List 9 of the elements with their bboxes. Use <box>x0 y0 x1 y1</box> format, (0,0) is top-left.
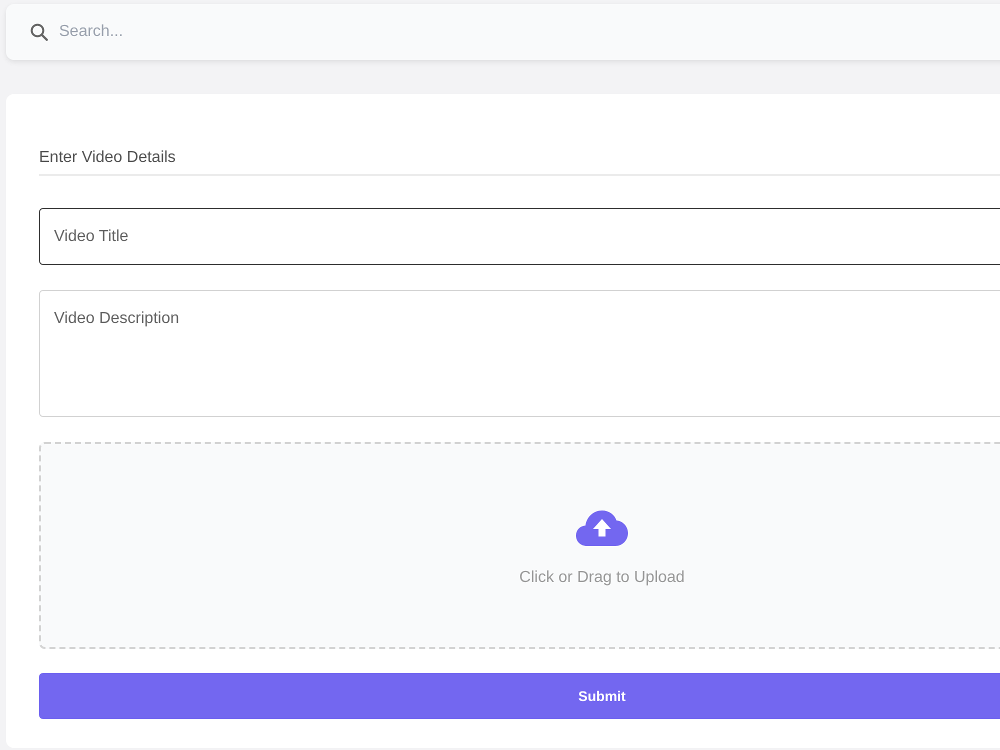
title-input[interactable]: Video Title <box>39 208 1000 265</box>
submit-button[interactable]: Submit <box>39 673 1000 719</box>
search-icon <box>30 23 48 41</box>
search-input[interactable]: Search... <box>59 23 959 41</box>
upload-dropzone[interactable]: Click or Drag to Upload <box>39 442 1000 649</box>
upload-label: Click or Drag to Upload <box>519 569 685 587</box>
form-heading: Enter Video Details <box>39 148 176 168</box>
cloud-upload-icon <box>576 510 628 546</box>
description-textarea[interactable]: Video Description <box>39 290 1000 417</box>
